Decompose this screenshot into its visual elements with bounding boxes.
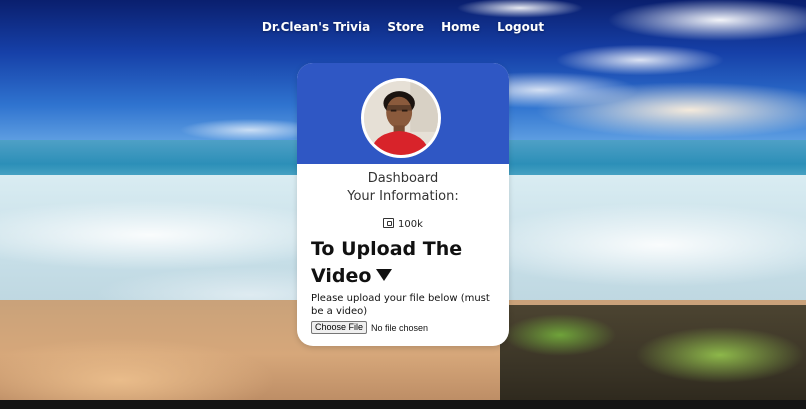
nav-link-logout[interactable]: Logout (497, 20, 544, 34)
page: Dr.Clean's Trivia Store Home Logout Dash… (0, 0, 806, 409)
nav-link-store[interactable]: Store (387, 20, 424, 34)
top-nav: Dr.Clean's Trivia Store Home Logout (0, 16, 806, 35)
coin-balance: 100k (297, 218, 509, 232)
info-title: Your Information: (347, 189, 459, 204)
file-input[interactable]: Choose File No file chosen (311, 321, 509, 334)
upload-heading: To Upload The Video (311, 236, 509, 290)
upload-description: Please upload your file below (must be a… (311, 293, 490, 317)
bottom-edge (0, 400, 806, 409)
user-avatar (361, 78, 441, 158)
coin-value: 100k (398, 219, 423, 230)
dashboard-title: Dashboard (367, 171, 439, 186)
file-status: No file chosen (371, 322, 429, 333)
triangle-down-icon (376, 268, 393, 281)
choose-file-button[interactable]: Choose File (311, 321, 368, 334)
avatar-image (364, 81, 438, 155)
nav-link-home[interactable]: Home (441, 20, 480, 34)
nav-link-trivia[interactable]: Dr.Clean's Trivia (262, 20, 370, 34)
dashboard-card: Dashboard Your Information: 100k To Uplo… (297, 63, 509, 346)
card-body: Dashboard Your Information: 100k To Uplo… (297, 164, 509, 334)
card-header (297, 63, 509, 164)
rocks-background (500, 305, 806, 409)
wallet-icon (383, 218, 395, 228)
